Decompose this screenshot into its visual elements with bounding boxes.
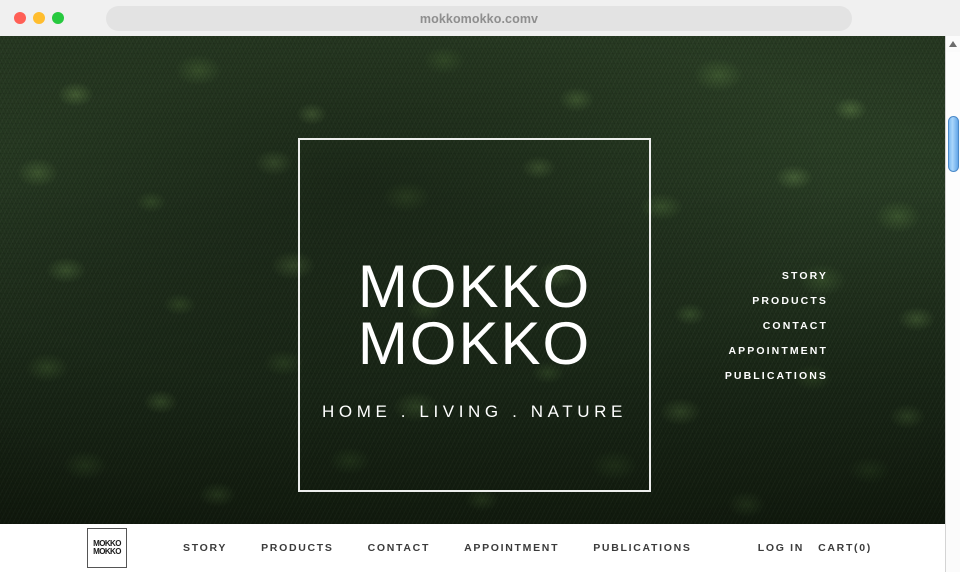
page-viewport: MOKKO MOKKO HOME . LIVING . NATURE STORY…	[0, 36, 945, 572]
hero-wordmark-line2: MOKKO	[357, 310, 592, 377]
browser-chrome: mokkomokko.comv	[0, 0, 960, 36]
footer-nav: STORY PRODUCTS CONTACT APPOINTMENT PUBLI…	[183, 542, 692, 554]
footer-nav-item-appointment[interactable]: APPOINTMENT	[464, 542, 559, 554]
scrollbar-thumb[interactable]	[948, 116, 959, 172]
footer-nav-item-publications[interactable]: PUBLICATIONS	[593, 542, 691, 554]
footer-nav-item-contact[interactable]: CONTACT	[368, 542, 430, 554]
footer-logo[interactable]: MOKKO MOKKO	[87, 528, 127, 568]
login-link[interactable]: LOG IN	[758, 542, 804, 554]
scroll-up-arrow-icon[interactable]	[946, 36, 960, 52]
side-nav-item-publications[interactable]: PUBLICATIONS	[725, 364, 828, 389]
hero-logo-frame: MOKKO MOKKO HOME . LIVING . NATURE	[298, 138, 651, 492]
footer-nav-item-story[interactable]: STORY	[183, 542, 227, 554]
traffic-lights	[14, 12, 64, 24]
vertical-scrollbar[interactable]	[945, 36, 960, 572]
url-bar[interactable]: mokkomokko.comv	[106, 6, 852, 31]
side-nav-item-story[interactable]: STORY	[725, 264, 828, 289]
cart-link[interactable]: CART(0)	[818, 542, 872, 554]
side-nav-item-appointment[interactable]: APPOINTMENT	[725, 339, 828, 364]
hero-section: MOKKO MOKKO HOME . LIVING . NATURE STORY…	[0, 36, 945, 524]
close-window-button[interactable]	[14, 12, 26, 24]
footer-bar: MOKKO MOKKO STORY PRODUCTS CONTACT APPOI…	[0, 524, 945, 572]
hero-logo-inner: MOKKO MOKKO HOME . LIVING . NATURE	[300, 253, 649, 422]
footer-nav-item-products[interactable]: PRODUCTS	[261, 542, 334, 554]
hero-wordmark-line1: MOKKO	[357, 253, 592, 320]
hero-tagline: HOME . LIVING . NATURE	[322, 402, 627, 421]
scrollbar-track[interactable]	[946, 52, 960, 480]
hero-side-nav: STORY PRODUCTS CONTACT APPOINTMENT PUBLI…	[725, 264, 828, 389]
minimize-window-button[interactable]	[33, 12, 45, 24]
maximize-window-button[interactable]	[52, 12, 64, 24]
url-text: mokkomokko.comv	[419, 11, 539, 26]
side-nav-item-contact[interactable]: CONTACT	[725, 314, 828, 339]
side-nav-item-products[interactable]: PRODUCTS	[725, 289, 828, 314]
footer-logo-line2: MOKKO	[93, 547, 121, 556]
footer-account-area: LOG IN CART(0)	[758, 542, 872, 554]
hero-wordmark: MOKKO MOKKO	[300, 253, 649, 377]
